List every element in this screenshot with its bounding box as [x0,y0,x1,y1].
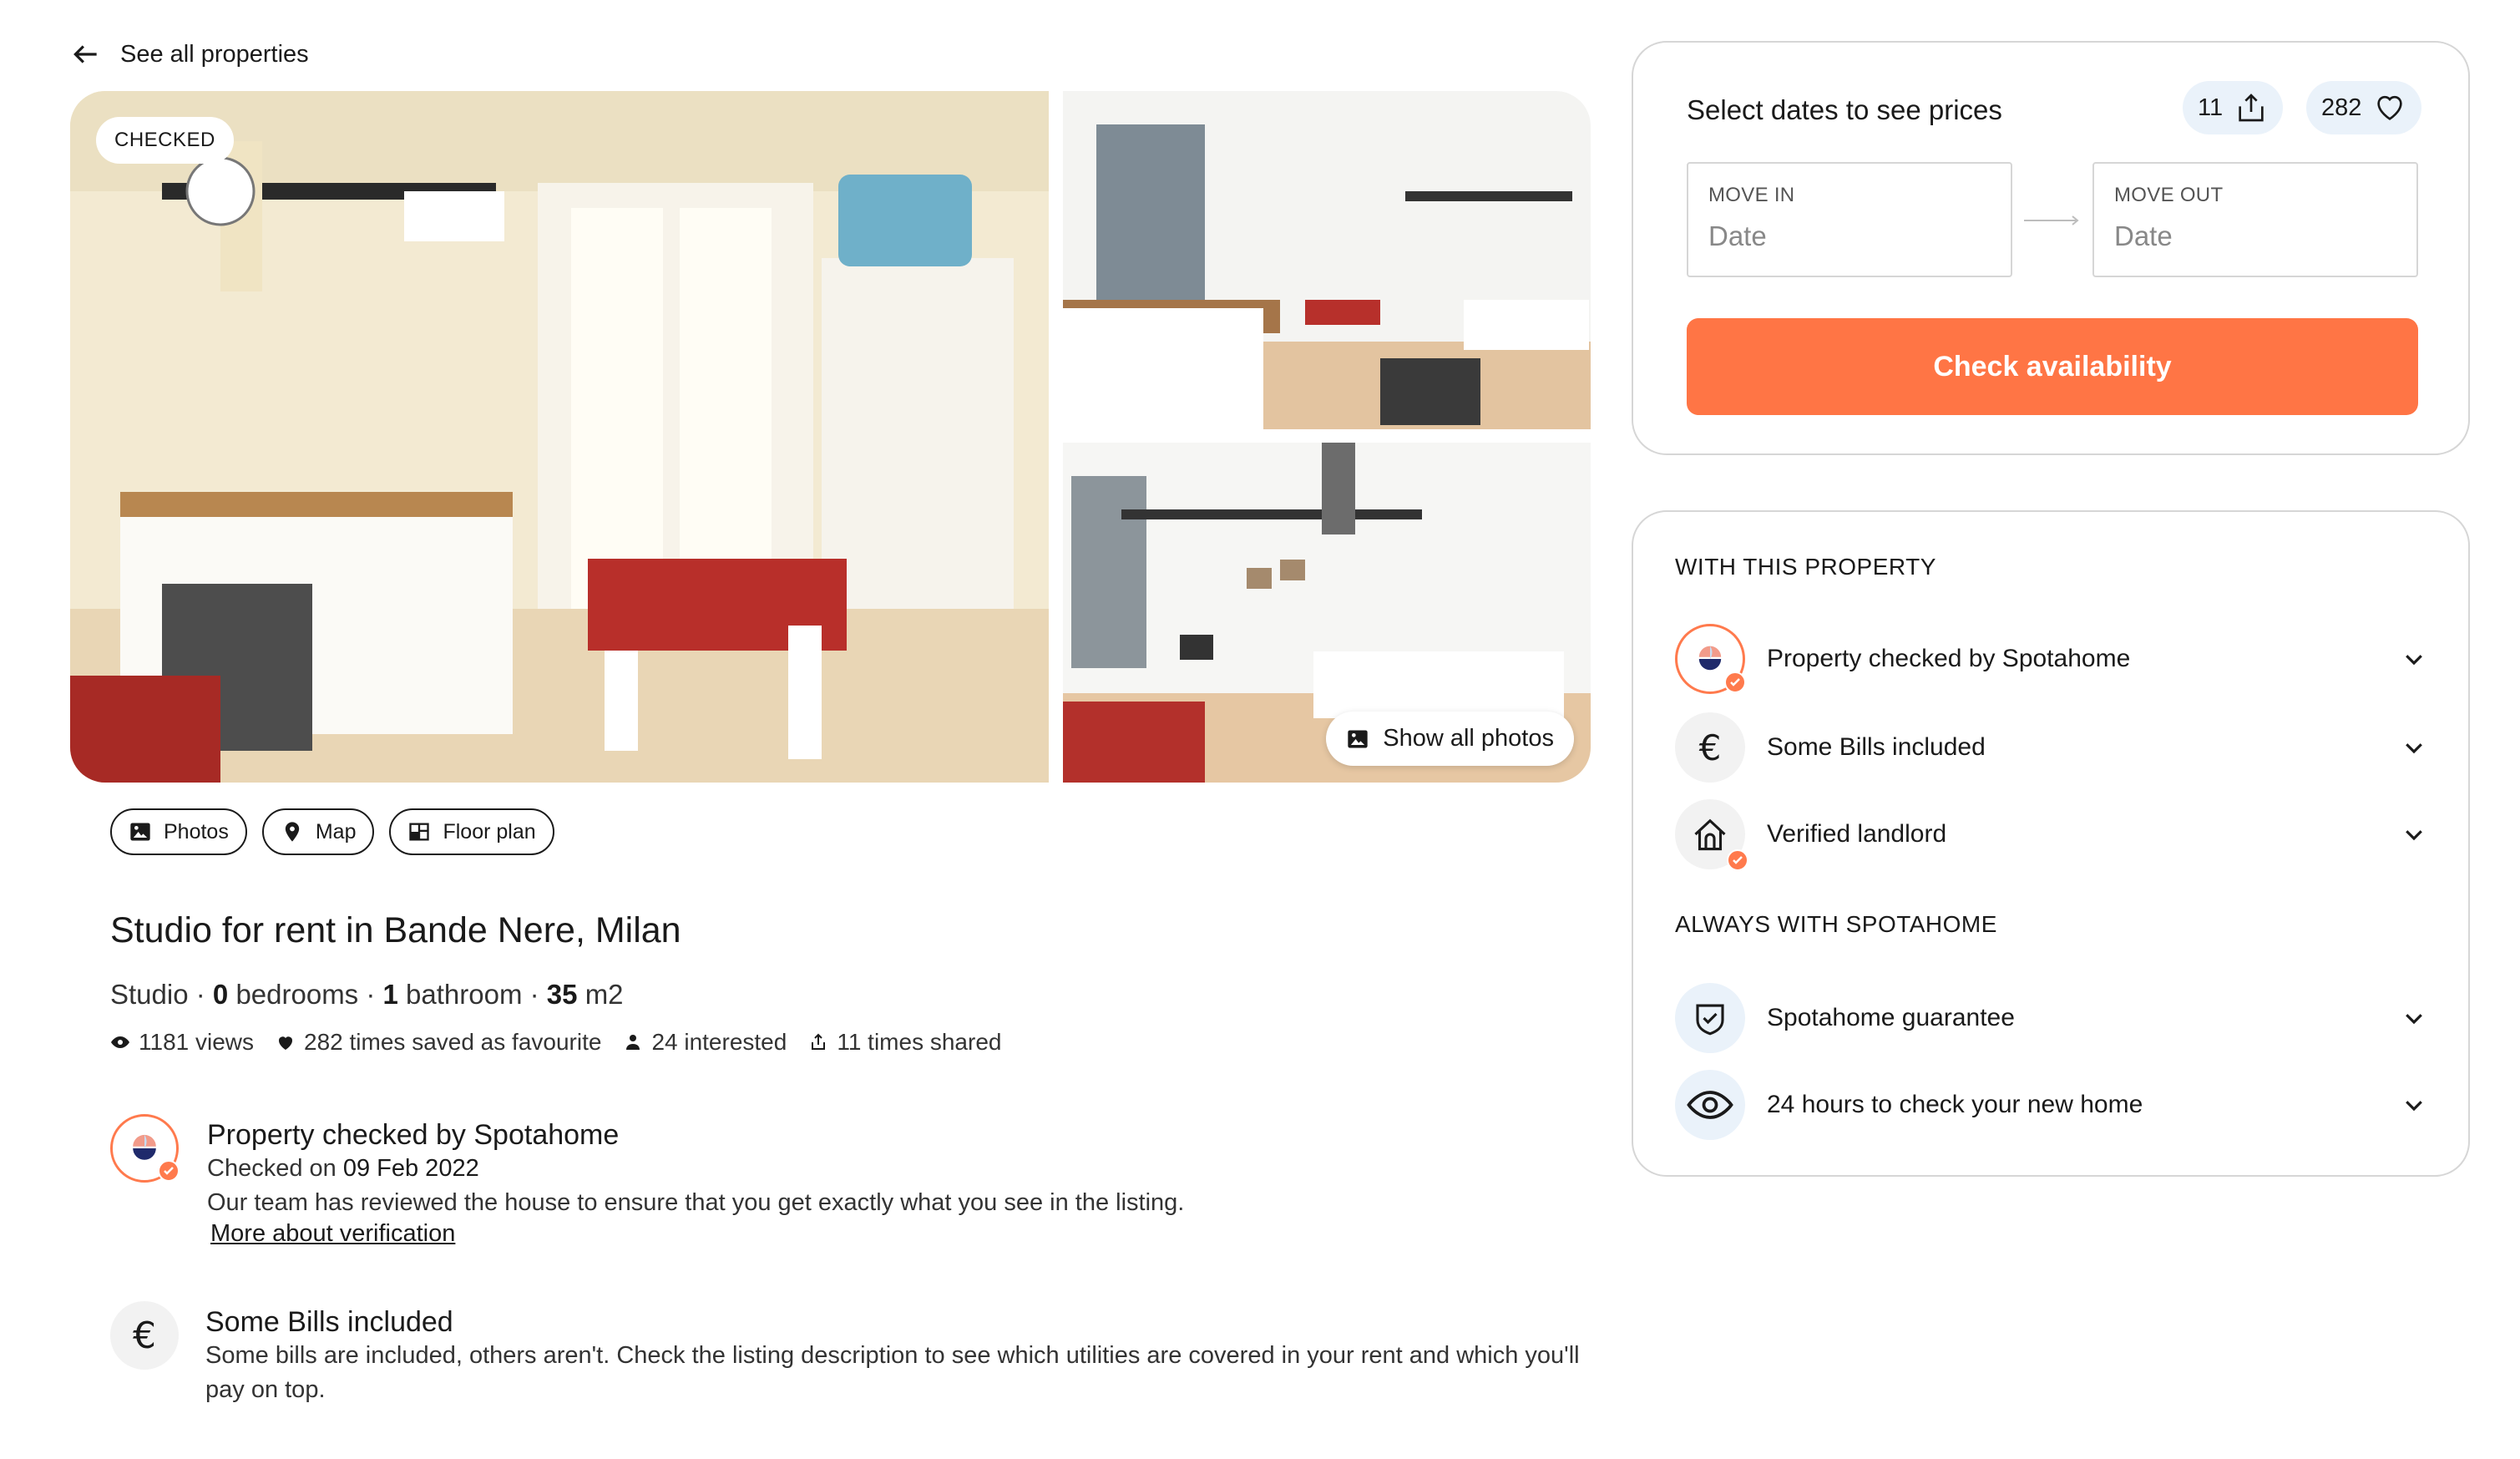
photo-gallery: CHECKED Show all photos [70,91,1591,783]
perk-label: Some Bills included [1767,733,1986,761]
main-photo[interactable]: CHECKED [70,91,1049,783]
perk-24-hours[interactable]: 24 hours to check your new home [1675,1070,2426,1140]
move-in-placeholder: Date [1708,220,1767,251]
map-pin-icon [285,822,300,842]
tab-map[interactable]: Map [261,808,375,855]
bathrooms-count: 1 [382,979,398,1010]
share-icon [2239,94,2264,122]
checked-badge: CHECKED [96,117,234,164]
bathrooms-label: bathroom [406,979,523,1010]
person-icon [626,1035,640,1050]
listing-stats: 1181 views 282 times saved as favourite … [110,1029,1001,1056]
checked-prefix: Checked on [207,1155,337,1182]
views-text: 1181 views [139,1029,255,1055]
arrow-right-icon [2024,215,2079,225]
perks-card: WITH THIS PROPERTY Property checked by S… [1632,510,2470,1177]
euro-icon: € [110,1301,179,1370]
share-button[interactable]: 11 [2183,81,2284,134]
eye-icon [111,1036,129,1048]
move-in-field[interactable]: MOVE IN Date [1687,162,2012,277]
spotahome-check-icon [1675,624,1746,694]
house-icon [1675,799,1748,871]
kitchen-photo-image [70,91,1049,783]
feature-some-bills: € Some Bills included Some bills are inc… [110,1301,1583,1407]
listing-specs: Studio · 0 bedrooms · 1 bathroom · 35 m2 [110,979,624,1010]
image-icon [130,823,150,841]
side-photo-bottom[interactable]: Show all photos [1063,443,1591,783]
chevron-down-icon [2406,743,2422,754]
eye-icon [1675,1070,1745,1140]
share-icon [812,1033,826,1050]
stat-views: 1181 views [110,1029,254,1056]
stat-interested: 24 interested [623,1029,787,1056]
share-count: 11 [2198,94,2224,121]
see-all-properties-link[interactable]: See all properties [70,38,309,70]
perk-verified-landlord[interactable]: Verified landlord [1675,799,2426,871]
feature-property-checked: Property checked by Spotahome Checked on… [110,1114,1184,1248]
tab-floor-plan[interactable]: Floor plan [389,808,554,855]
shared-text: 11 times shared [837,1029,1002,1055]
stat-shared: 11 times shared [808,1029,1001,1056]
media-tabs: Photos Map Floor plan [110,808,554,855]
perk-some-bills[interactable]: € Some Bills included [1675,712,2426,783]
bedrooms-count: 0 [212,979,229,1010]
move-out-placeholder: Date [2114,220,2173,251]
show-all-photos-button[interactable]: Show all photos [1326,712,1574,766]
tab-map-label: Map [315,819,357,843]
perk-label: 24 hours to check your new home [1767,1091,2143,1118]
checked-date: 09 Feb 2022 [342,1155,479,1182]
booking-title: Select dates to see prices [1687,94,2002,125]
perk-label: Spotahome guarantee [1767,1004,2015,1031]
heart-icon [279,1036,293,1050]
move-out-label: MOVE OUT [2114,184,2224,206]
perk-label: Property checked by Spotahome [1767,645,2131,672]
feature-checked-body: Our team has reviewed the house to ensur… [207,1189,1185,1216]
shield-icon [1675,983,1745,1053]
heart-outline-icon [2377,95,2403,120]
chevron-down-icon [2406,830,2422,841]
perk-property-checked[interactable]: Property checked by Spotahome [1675,624,2426,694]
tab-floor-plan-label: Floor plan [443,819,536,843]
favourites-text: 282 times saved as favourite [304,1029,602,1055]
back-label: See all properties [120,40,309,68]
feature-bills-title: Some Bills included [205,1306,453,1338]
favourite-count: 282 [2321,94,2362,121]
spotahome-check-icon [110,1114,180,1183]
size-value: 35 [546,979,578,1010]
chevron-down-icon [2406,1101,2422,1112]
check-availability-button[interactable]: Check availability [1687,318,2418,415]
bedrooms-label: bedrooms [235,979,359,1010]
arrow-left-icon [73,45,97,63]
feature-checked-date-line: Checked on 09 Feb 2022 [207,1152,1184,1186]
perk-label: Verified landlord [1767,820,1947,848]
always-heading: ALWAYS WITH SPOTAHOME [1675,911,1997,937]
floor-plan-icon [409,823,430,841]
property-type: Studio [110,979,189,1010]
listing-title: Studio for rent in Bande Nere, Milan [110,910,681,950]
chevron-down-icon [2406,1014,2422,1025]
tab-photos-label: Photos [164,819,229,843]
image-icon [1348,730,1368,747]
feature-checked-title: Property checked by Spotahome [207,1119,620,1151]
tab-photos[interactable]: Photos [110,808,247,855]
booking-card: Select dates to see prices 11 282 MOVE I… [1632,41,2470,455]
size-unit: m2 [584,979,624,1010]
stat-favourites: 282 times saved as favourite [276,1029,601,1056]
more-about-verification-link[interactable]: More about verification [210,1220,455,1248]
move-out-field[interactable]: MOVE OUT Date [2092,162,2418,277]
interested-text: 24 interested [651,1029,787,1055]
feature-bills-body: Some bills are included, others aren't. … [205,1342,1580,1403]
side-photo-top[interactable] [1063,91,1591,429]
euro-icon: € [1675,712,1745,783]
chevron-down-icon [2406,655,2422,666]
perk-spotahome-guarantee[interactable]: Spotahome guarantee [1675,983,2426,1053]
move-in-label: MOVE IN [1708,184,1795,206]
favourite-button[interactable]: 282 [2306,81,2422,134]
show-all-photos-label: Show all photos [1383,725,1554,752]
living-room-photo-image [1063,91,1591,429]
with-property-heading: WITH THIS PROPERTY [1675,554,1936,580]
